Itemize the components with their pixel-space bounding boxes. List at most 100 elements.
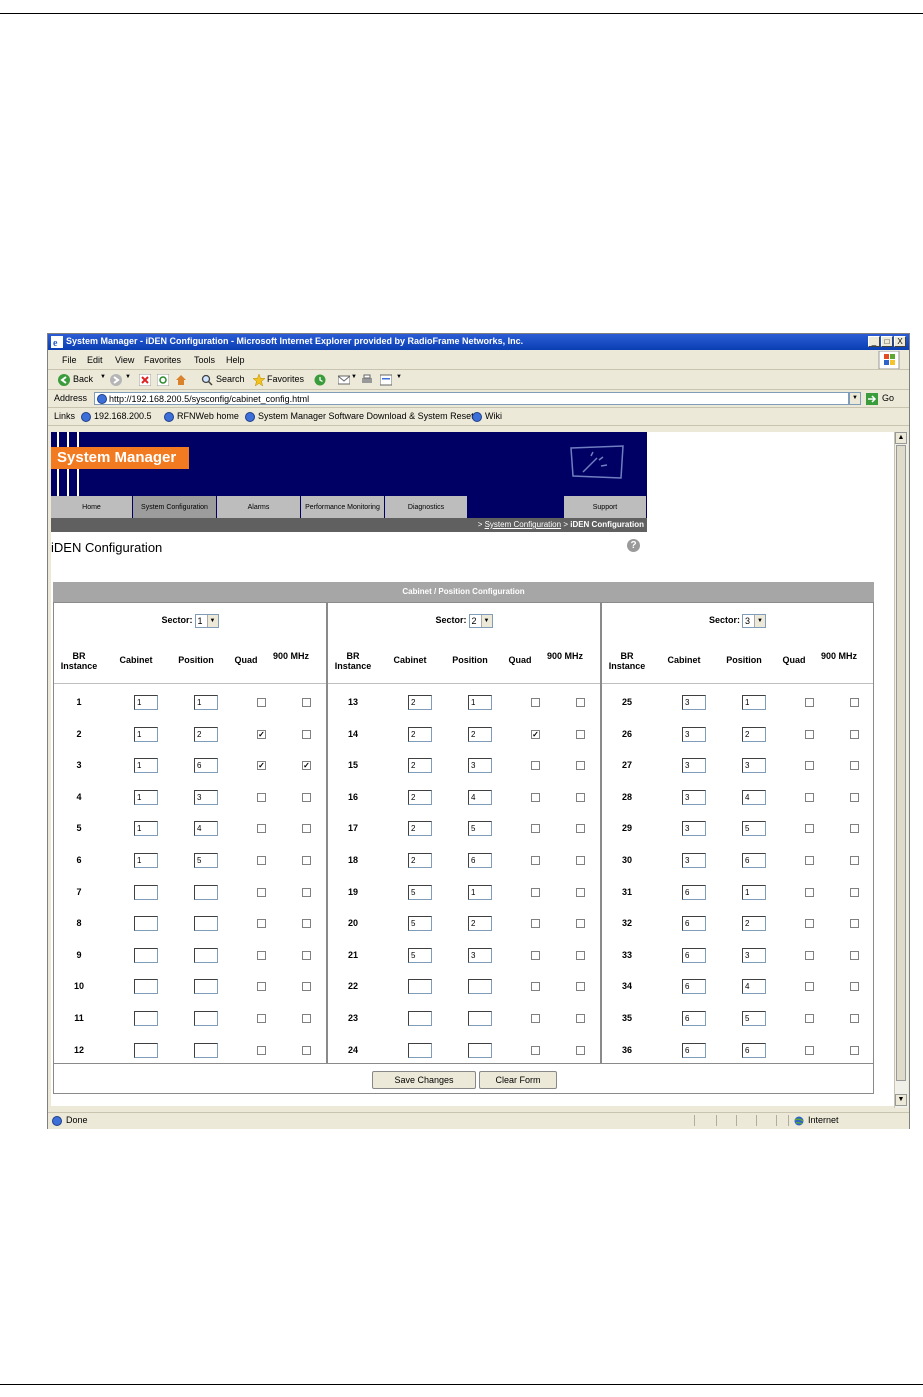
title-bar[interactable]: e System Manager - iDEN Configuration - … xyxy=(48,334,909,350)
quad-checkbox[interactable] xyxy=(805,729,814,739)
back-dropdown-icon[interactable]: ▼ xyxy=(100,374,106,380)
position-input[interactable]: 5 xyxy=(742,821,766,837)
nav-tab-diagnostics[interactable]: Diagnostics xyxy=(385,496,468,518)
sector-select[interactable]: 1 ▼ xyxy=(194,614,219,628)
quad-checkbox[interactable] xyxy=(805,761,814,771)
900mhz-checkbox[interactable] xyxy=(850,729,859,739)
cabinet-input[interactable]: 6 xyxy=(682,1011,706,1026)
quad-checkbox[interactable] xyxy=(531,919,540,929)
900mhz-checkbox[interactable] xyxy=(576,792,585,802)
cabinet-input[interactable]: 5 xyxy=(408,884,432,900)
quad-checkbox[interactable] xyxy=(257,919,266,929)
quad-checkbox[interactable] xyxy=(257,1045,266,1055)
900mhz-checkbox[interactable] xyxy=(850,792,859,802)
position-input[interactable]: 3 xyxy=(742,947,766,963)
position-input[interactable]: 6 xyxy=(742,853,766,868)
cabinet-input[interactable]: 1 xyxy=(134,758,158,774)
position-input[interactable]: 2 xyxy=(468,726,492,742)
cabinet-input[interactable]: 6 xyxy=(682,947,706,963)
position-input[interactable]: 6 xyxy=(742,1042,766,1058)
position-input[interactable]: 6 xyxy=(194,758,218,774)
cabinet-input[interactable]: 1 xyxy=(134,695,158,710)
quad-checkbox[interactable] xyxy=(531,792,540,802)
cabinet-input[interactable] xyxy=(134,1042,158,1058)
quad-checkbox[interactable] xyxy=(805,1045,814,1055)
position-input[interactable] xyxy=(468,1042,492,1058)
position-input[interactable] xyxy=(194,916,218,932)
position-input[interactable]: 1 xyxy=(742,884,766,900)
quad-checkbox[interactable] xyxy=(257,982,266,992)
position-input[interactable]: 2 xyxy=(194,726,218,742)
cabinet-input[interactable]: 5 xyxy=(408,916,432,932)
quad-checkbox[interactable] xyxy=(257,792,266,802)
cabinet-input[interactable] xyxy=(134,916,158,932)
900mhz-checkbox[interactable] xyxy=(302,887,311,897)
go-button[interactable]: Go xyxy=(882,393,894,403)
help-icon[interactable]: ? xyxy=(627,539,640,552)
menu-view[interactable]: View xyxy=(115,355,134,365)
quad-checkbox[interactable] xyxy=(805,950,814,960)
position-input[interactable]: 2 xyxy=(742,916,766,932)
cabinet-input[interactable] xyxy=(408,1042,432,1058)
quad-checkbox[interactable] xyxy=(531,761,540,771)
link-item-rfnweb[interactable]: RFNWeb home xyxy=(177,411,239,421)
position-input[interactable]: 3 xyxy=(742,758,766,774)
quad-checkbox[interactable] xyxy=(531,698,540,707)
nav-tab-home[interactable]: Home xyxy=(51,496,133,518)
quad-checkbox[interactable] xyxy=(257,887,266,897)
print-icon[interactable] xyxy=(361,374,373,386)
close-button[interactable]: X xyxy=(894,336,906,347)
stop-icon[interactable] xyxy=(139,374,151,386)
position-input[interactable]: 1 xyxy=(742,695,766,710)
900mhz-checkbox[interactable] xyxy=(302,950,311,960)
position-input[interactable]: 3 xyxy=(468,947,492,963)
900mhz-checkbox[interactable] xyxy=(302,856,311,865)
900mhz-checkbox[interactable] xyxy=(850,887,859,897)
900mhz-checkbox[interactable] xyxy=(576,1045,585,1055)
vertical-scrollbar[interactable]: ▲ ▼ xyxy=(894,432,908,1108)
quad-checkbox[interactable]: ✓ xyxy=(257,761,266,771)
position-input[interactable] xyxy=(468,1011,492,1026)
900mhz-checkbox[interactable] xyxy=(576,919,585,929)
position-input[interactable] xyxy=(194,884,218,900)
cabinet-input[interactable] xyxy=(134,1011,158,1026)
menu-file[interactable]: File xyxy=(62,355,77,365)
mail-dropdown-icon[interactable]: ▼ xyxy=(351,374,357,380)
cabinet-input[interactable]: 3 xyxy=(682,821,706,837)
chevron-down-icon[interactable]: ▼ xyxy=(480,615,492,627)
quad-checkbox[interactable] xyxy=(805,698,814,707)
quad-checkbox[interactable]: ✓ xyxy=(531,729,540,739)
900mhz-checkbox[interactable] xyxy=(576,982,585,992)
menu-favorites[interactable]: Favorites xyxy=(144,355,181,365)
position-input[interactable]: 5 xyxy=(468,821,492,837)
position-input[interactable]: 4 xyxy=(742,979,766,995)
back-arrow-icon[interactable] xyxy=(58,374,70,386)
cabinet-input[interactable]: 2 xyxy=(408,695,432,710)
cabinet-input[interactable]: 2 xyxy=(408,821,432,837)
900mhz-checkbox[interactable] xyxy=(850,856,859,865)
900mhz-checkbox[interactable] xyxy=(576,729,585,739)
cabinet-input[interactable]: 1 xyxy=(134,789,158,805)
position-input[interactable]: 4 xyxy=(742,789,766,805)
quad-checkbox[interactable] xyxy=(805,887,814,897)
nav-tab-alarms[interactable]: Alarms xyxy=(217,496,301,518)
menu-tools[interactable]: Tools xyxy=(194,355,215,365)
cabinet-input[interactable]: 3 xyxy=(682,853,706,868)
quad-checkbox[interactable]: ✓ xyxy=(257,729,266,739)
quad-checkbox[interactable] xyxy=(531,856,540,865)
cabinet-input[interactable]: 2 xyxy=(408,853,432,868)
900mhz-checkbox[interactable] xyxy=(850,919,859,929)
quad-checkbox[interactable] xyxy=(805,824,814,834)
quad-checkbox[interactable] xyxy=(531,887,540,897)
quad-checkbox[interactable] xyxy=(531,1045,540,1055)
900mhz-checkbox[interactable] xyxy=(850,698,859,707)
mail-icon[interactable] xyxy=(338,374,350,386)
900mhz-checkbox[interactable] xyxy=(850,982,859,992)
900mhz-checkbox[interactable] xyxy=(850,950,859,960)
nav-tab-performance-monitoring[interactable]: Performance Monitoring xyxy=(301,496,385,518)
cabinet-input[interactable] xyxy=(134,884,158,900)
cabinet-input[interactable]: 2 xyxy=(408,758,432,774)
position-input[interactable] xyxy=(194,1042,218,1058)
position-input[interactable]: 2 xyxy=(468,916,492,932)
chevron-down-icon[interactable]: ▼ xyxy=(754,615,765,627)
